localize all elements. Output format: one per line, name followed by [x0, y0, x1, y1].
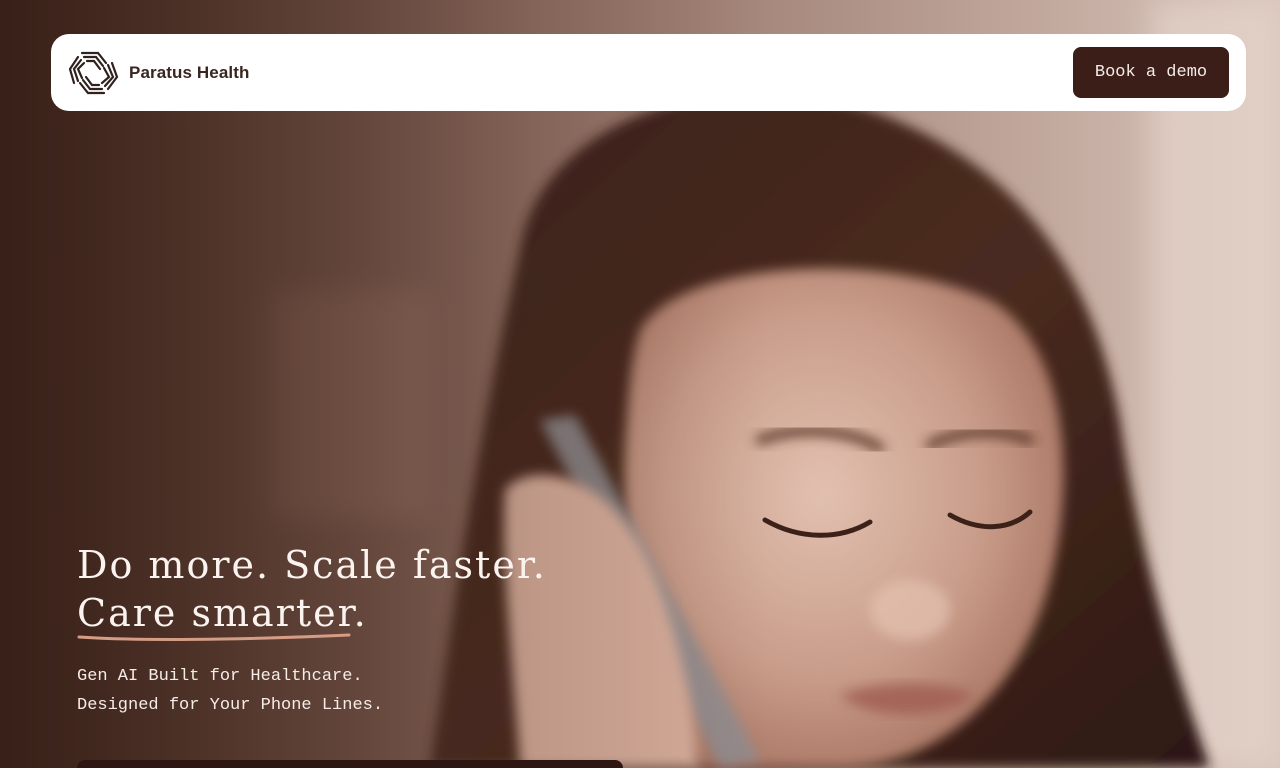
- subhead-line-2: Designed for Your Phone Lines.: [77, 696, 384, 715]
- hero-section: Paratus Health Book a demo Do more. Scal…: [0, 0, 1280, 768]
- paratus-logo-icon: [68, 51, 119, 94]
- hero-headline: Do more. Scale faster. Care smarter.: [77, 541, 547, 641]
- headline-line-2-wrapper: Care smarter.: [77, 589, 547, 641]
- brand-name: Paratus Health: [129, 62, 250, 82]
- subhead-line-1: Gen AI Built for Healthcare.: [77, 667, 363, 686]
- book-demo-button[interactable]: Book a demo: [1073, 47, 1229, 98]
- headline-underline: [77, 633, 351, 641]
- headline-underline-wrap: Care smarter.: [77, 589, 368, 641]
- headline-line-2: Care smarter.: [77, 591, 368, 635]
- navbar: Paratus Health Book a demo: [51, 34, 1246, 111]
- headline-line-1: Do more. Scale faster.: [77, 543, 547, 587]
- hero-cta-button[interactable]: [77, 760, 623, 768]
- brand-link[interactable]: Paratus Health: [68, 49, 249, 97]
- hero-subheadline: Gen AI Built for Healthcare. Designed fo…: [77, 662, 383, 720]
- hero-background-photo: [0, 0, 1280, 768]
